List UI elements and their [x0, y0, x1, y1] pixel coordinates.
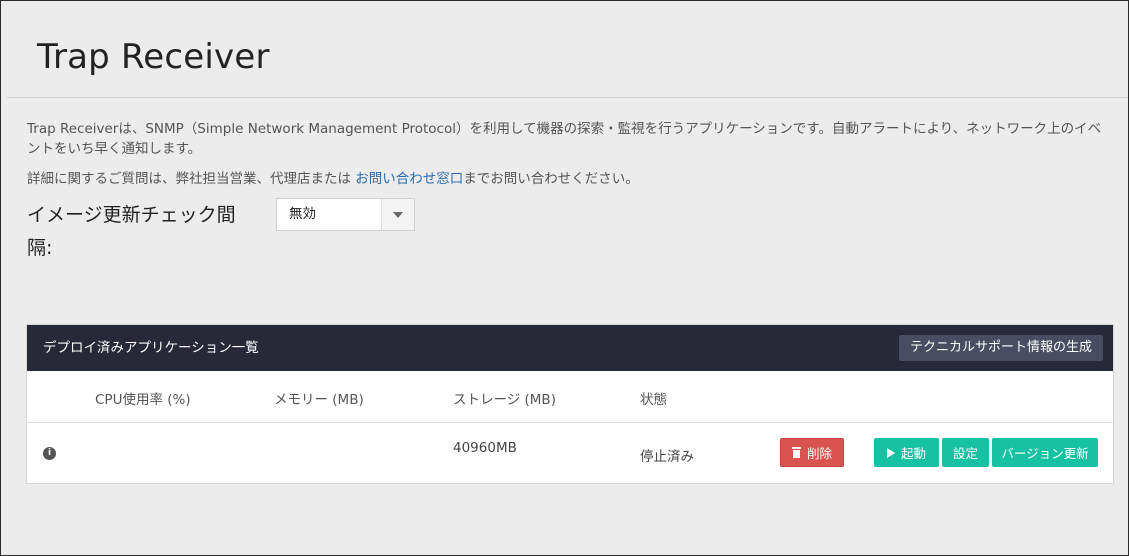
trash-icon	[791, 447, 801, 458]
cell-status: 停止済み	[640, 449, 694, 465]
settings-button[interactable]: 設定	[942, 438, 989, 467]
delete-button[interactable]: 削除	[780, 438, 844, 467]
contact-link[interactable]: お問い合わせ窓口	[355, 171, 463, 187]
start-button-label: 起動	[900, 446, 926, 461]
column-header-memory: メモリー (MB)	[274, 392, 364, 408]
deployed-apps-panel: デプロイ済みアプリケーション一覧 テクニカルサポート情報の生成 CPU使用率 (…	[26, 324, 1114, 484]
header-row-divider	[27, 422, 1113, 423]
column-header-storage: ストレージ (MB)	[453, 392, 556, 408]
panel-title: デプロイ済みアプリケーション一覧	[43, 340, 259, 356]
start-button[interactable]: 起動	[874, 438, 939, 467]
title-divider	[7, 97, 1128, 98]
update-check-selected-value: 無効	[289, 206, 316, 222]
page-title: Trap Receiver	[37, 37, 270, 77]
column-header-cpu: CPU使用率 (%)	[95, 392, 191, 408]
contact-prefix: 詳細に関するご質問は、弊社担当営業、代理店または	[27, 171, 356, 187]
cell-storage: 40960MB	[453, 440, 517, 456]
delete-button-label: 削除	[806, 446, 832, 461]
contact-suffix: までお問い合わせください。	[463, 171, 639, 187]
caret-down-icon[interactable]	[381, 199, 414, 230]
info-icon[interactable]: i	[43, 447, 56, 460]
contact-text: 詳細に関するご質問は、弊社担当営業、代理店または お問い合わせ窓口までお問い合わ…	[27, 169, 639, 189]
column-header-status: 状態	[640, 392, 667, 408]
update-version-button[interactable]: バージョン更新	[992, 438, 1098, 467]
play-icon	[886, 447, 895, 458]
update-check-select[interactable]: 無効	[276, 198, 415, 231]
generate-support-info-button[interactable]: テクニカルサポート情報の生成	[898, 335, 1103, 361]
update-check-label: イメージ更新チェック間隔:	[27, 204, 236, 259]
panel-header: デプロイ済みアプリケーション一覧 テクニカルサポート情報の生成	[27, 325, 1113, 371]
app-description: Trap Receiverは、SNMP（Simple Network Manag…	[27, 121, 1102, 157]
